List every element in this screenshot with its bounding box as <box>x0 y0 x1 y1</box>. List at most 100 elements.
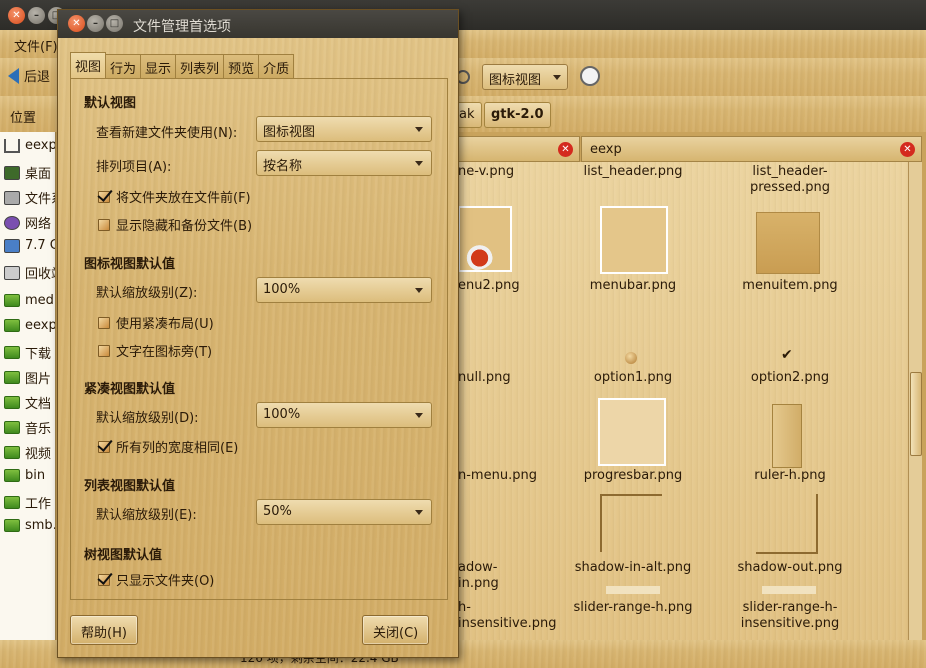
close-pane-icon[interactable]: ✕ <box>900 142 915 157</box>
folder-icon <box>4 396 20 409</box>
same-width-checkbox[interactable]: 所有列的宽度相同(E) <box>98 437 238 456</box>
checkbox-checked[interactable] <box>98 440 110 453</box>
file-thumbnail[interactable] <box>756 212 820 274</box>
dialog-minimize-icon[interactable]: – <box>87 15 104 32</box>
sidebar-item-bookmark[interactable]: smb.. <box>4 518 55 533</box>
tab-preview[interactable]: 预览 <box>223 54 260 78</box>
sidebar-item-bookmark[interactable]: 文档 <box>4 393 51 412</box>
scrollbar-thumb[interactable] <box>910 372 922 456</box>
menu-file[interactable]: 文件(F) <box>14 36 58 55</box>
close-button[interactable]: 关闭(C) <box>362 615 430 645</box>
view-mode-select[interactable]: 图标视图 <box>482 64 568 90</box>
sort-order-select[interactable]: 按名称 <box>256 150 432 176</box>
sidebar-item-bookmark[interactable]: 音乐 <box>4 418 51 437</box>
tab-view[interactable]: 视图 <box>70 52 107 78</box>
file-name[interactable]: null.png <box>458 370 518 386</box>
pane-title: eexp <box>590 141 622 157</box>
radio-thumbnail[interactable] <box>625 352 637 364</box>
tab-media[interactable]: 介质 <box>258 54 295 78</box>
file-name[interactable]: shadow-in-alt.png <box>568 560 698 576</box>
folders-only-checkbox[interactable]: 只显示文件夹(O) <box>98 570 214 589</box>
back-button[interactable]: 后退 <box>8 66 50 85</box>
compact-zoom-select[interactable]: 100% <box>256 402 432 428</box>
file-name[interactable]: list_header.png <box>568 164 698 180</box>
sidebar-item-bookmark[interactable]: medi <box>4 293 55 308</box>
list-zoom-select[interactable]: 50% <box>256 499 432 525</box>
file-thumbnail[interactable] <box>600 494 662 552</box>
sidebar-label: eexp <box>25 318 56 333</box>
right-pane-header: eexp ✕ <box>581 136 922 162</box>
sidebar-item-bookmark[interactable]: 图片 <box>4 368 51 387</box>
file-name[interactable]: option1.png <box>568 370 698 386</box>
select-value: 100% <box>263 282 301 297</box>
sidebar-label: 音乐 <box>25 422 52 437</box>
file-name[interactable]: list_header-pressed.png <box>720 164 860 196</box>
icon-zoom-select[interactable]: 100% <box>256 277 432 303</box>
vertical-scrollbar[interactable] <box>908 162 922 640</box>
file-name[interactable]: menubar.png <box>568 278 698 294</box>
new-folder-view-select[interactable]: 图标视图 <box>256 116 432 142</box>
sidebar-item-bookmark[interactable]: eexp <box>4 318 56 333</box>
close-pane-icon[interactable]: ✕ <box>558 142 573 157</box>
help-button[interactable]: 帮助(H) <box>70 615 138 645</box>
file-name[interactable]: ruler-h.png <box>720 468 860 484</box>
compact-layout-checkbox[interactable]: 使用紧凑布局(U) <box>98 313 214 332</box>
file-name[interactable]: slider-range-h.png <box>568 600 698 616</box>
folder-icon <box>4 519 20 532</box>
checkbox-unchecked[interactable] <box>98 218 110 231</box>
file-name[interactable]: enu2.png <box>458 278 520 294</box>
file-name[interactable]: shadow-out.png <box>720 560 860 576</box>
sidebar-item-home[interactable]: eexp <box>4 138 55 153</box>
zoom-icon[interactable] <box>580 66 600 86</box>
checkbox-unchecked[interactable] <box>98 316 110 329</box>
file-thumbnail[interactable] <box>762 586 816 594</box>
tab-list-columns[interactable]: 列表列 <box>175 54 225 78</box>
file-name[interactable]: ne-v.png <box>458 164 518 180</box>
file-name[interactable]: progresbar.png <box>568 468 698 484</box>
file-thumbnail[interactable] <box>772 404 802 468</box>
chevron-down-icon <box>415 510 423 515</box>
window-minimize-icon[interactable]: – <box>28 7 45 24</box>
tab-bar: 视图 行为 显示 列表列 预览 介质 <box>70 52 295 78</box>
show-hidden-checkbox[interactable]: 显示隐藏和备份文件(B) <box>98 215 252 234</box>
check-thumbnail-icon[interactable]: ✔ <box>781 348 795 362</box>
sidebar-item-filesystem[interactable]: 文件系 <box>4 188 55 207</box>
checkbox-checked[interactable] <box>98 573 110 586</box>
file-name[interactable]: slider-range-h-insensitive.png <box>728 600 852 632</box>
file-name[interactable]: n-menu.png <box>458 468 548 484</box>
folder-icon <box>4 294 20 307</box>
view-mode-value: 图标视图 <box>489 73 542 88</box>
sidebar-item-bookmark[interactable]: 视频 <box>4 443 51 462</box>
sidebar-item-bookmark[interactable]: bin <box>4 468 45 483</box>
file-name[interactable]: adow-in.png <box>458 560 538 592</box>
sidebar-item-network[interactable]: 网络 <box>4 213 51 232</box>
chevron-down-icon <box>415 413 423 418</box>
dialog-close-icon[interactable]: ✕ <box>68 15 85 32</box>
sidebar-item-bookmark[interactable]: 工作 <box>4 493 51 512</box>
file-thumbnail[interactable] <box>600 206 668 274</box>
dialog-maximize-icon[interactable]: □ <box>106 15 123 32</box>
sidebar-item-trash[interactable]: 回收站 <box>4 263 55 282</box>
file-name[interactable]: option2.png <box>720 370 860 386</box>
checkbox-checked[interactable] <box>98 190 110 203</box>
icon-zoom-label: 默认缩放级别(Z): <box>96 286 198 301</box>
path-button-gtk[interactable]: gtk-2.0 <box>484 102 551 128</box>
sidebar-label: 文档 <box>25 397 52 412</box>
sidebar-item-volume[interactable]: 7.7 G <box>4 238 55 253</box>
file-thumbnail[interactable] <box>598 398 666 466</box>
sidebar-label: 网络 <box>25 217 52 232</box>
window-close-icon[interactable]: ✕ <box>8 7 25 24</box>
file-name[interactable]: h-insensitive.png <box>458 600 557 632</box>
file-thumbnail[interactable] <box>606 586 660 594</box>
checkbox-unchecked[interactable] <box>98 344 110 357</box>
file-thumbnail[interactable] <box>756 494 818 554</box>
file-name[interactable]: menuitem.png <box>720 278 860 294</box>
compact-zoom-label: 默认缩放级别(D): <box>96 411 199 426</box>
tab-behavior[interactable]: 行为 <box>105 54 142 78</box>
tab-display[interactable]: 显示 <box>140 54 177 78</box>
checkbox-label: 显示隐藏和备份文件(B) <box>116 219 253 234</box>
sidebar-item-desktop[interactable]: 桌面 <box>4 163 51 182</box>
sidebar-item-bookmark[interactable]: 下载 <box>4 343 51 362</box>
text-beside-icons-checkbox[interactable]: 文字在图标旁(T) <box>98 341 212 360</box>
folders-first-checkbox[interactable]: 将文件夹放在文件前(F) <box>98 187 251 206</box>
